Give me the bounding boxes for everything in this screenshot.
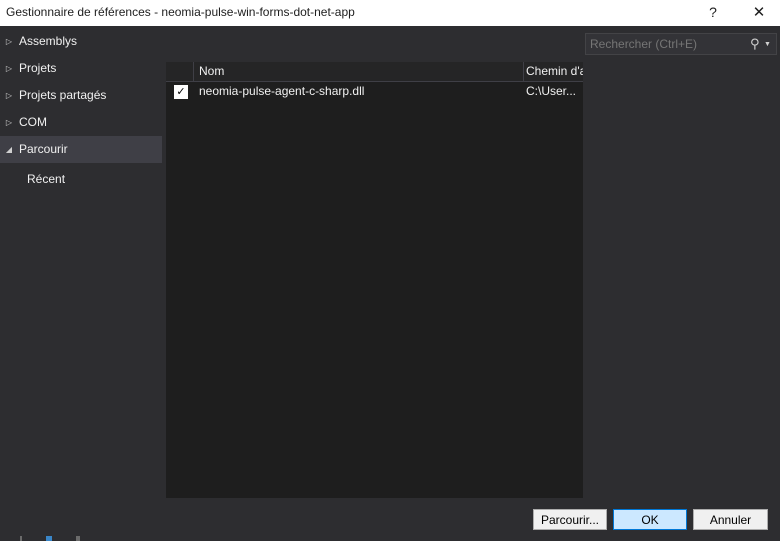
column-header-name[interactable]: Nom [194, 62, 524, 81]
tree-item-label: Projets [19, 61, 57, 75]
column-header-check[interactable] [166, 62, 194, 81]
tree-item-label: Assemblys [19, 34, 78, 48]
column-header-path[interactable]: Chemin d'a [522, 62, 583, 81]
tree-item-projets[interactable]: ▷ Projets [0, 55, 162, 82]
tree-item-label: COM [19, 115, 47, 129]
reference-name: neomia-pulse-agent-c-sharp.dll [199, 84, 365, 98]
tree-item-parcourir[interactable]: ◢ Parcourir [0, 136, 162, 163]
status-strip-marks [16, 536, 96, 541]
search-options-button[interactable]: ⚲ ▼ [746, 35, 774, 53]
cancel-button[interactable]: Annuler [693, 509, 768, 530]
tree-item-com[interactable]: ▷ COM [0, 109, 162, 136]
tree-item-assemblys[interactable]: ▷ Assemblys [0, 28, 162, 55]
status-strip [0, 536, 780, 541]
window-title: Gestionnaire de références - neomia-puls… [6, 5, 355, 19]
ok-button[interactable]: OK [613, 509, 687, 530]
triangle-right-icon[interactable]: ▷ [5, 82, 13, 109]
help-button[interactable]: ? [700, 0, 726, 26]
close-button[interactable]: ✕ [738, 0, 780, 26]
search-box[interactable]: ⚲ ▼ [585, 33, 777, 55]
triangle-down-icon[interactable]: ◢ [5, 136, 13, 163]
tree-subitem-label: Récent [27, 172, 66, 186]
search-input[interactable] [586, 34, 736, 54]
triangle-right-icon[interactable]: ▷ [5, 28, 13, 55]
tree-item-label: Parcourir [19, 142, 68, 156]
reference-list: Nom Chemin d'a ✓ neomia-pulse-agent-c-sh… [166, 62, 583, 498]
category-tree: ▷ Assemblys ▷ Projets ▷ Projets partagés… [0, 28, 162, 195]
chevron-down-icon: ▼ [764, 41, 771, 48]
reference-path: C:\User... [526, 84, 577, 98]
list-item[interactable]: ✓ neomia-pulse-agent-c-sharp.dll C:\User… [166, 82, 583, 100]
browse-button[interactable]: Parcourir... [533, 509, 607, 530]
triangle-right-icon[interactable]: ▷ [5, 55, 13, 82]
search-icon: ⚲ [750, 36, 760, 51]
title-bar: Gestionnaire de références - neomia-puls… [0, 0, 780, 26]
list-header: Nom Chemin d'a [166, 62, 583, 82]
tree-item-projets-partages[interactable]: ▷ Projets partagés [0, 82, 162, 109]
tree-item-label: Projets partagés [19, 88, 107, 102]
tree-subitem-recent[interactable]: Récent [0, 163, 162, 195]
reference-checkbox[interactable]: ✓ [174, 85, 188, 99]
triangle-right-icon[interactable]: ▷ [5, 109, 13, 136]
